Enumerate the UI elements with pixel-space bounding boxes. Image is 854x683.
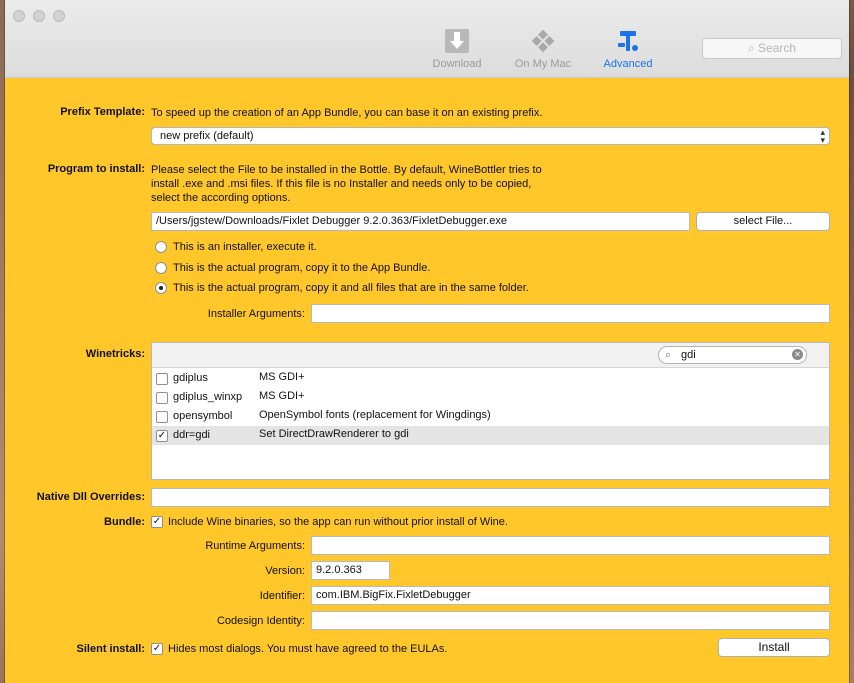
zoom-window-button[interactable]	[53, 10, 65, 22]
tools-icon	[618, 31, 638, 51]
winetricks-row[interactable]: ✓ ddr=gdi Set DirectDrawRenderer to gdi	[152, 426, 829, 445]
winetricks-search-value: gdi	[681, 349, 696, 361]
minimize-window-button[interactable]	[33, 10, 45, 22]
option-copy-program-radio[interactable]	[155, 262, 167, 274]
option-copy-folder-radio[interactable]	[155, 282, 167, 294]
winetricks-search-field[interactable]: ⌕ gdi ✕	[658, 346, 807, 364]
winetricks-checkbox-checked[interactable]: ✓	[156, 430, 168, 442]
prefix-template-value: new prefix (default)	[160, 130, 254, 142]
installer-arguments-label: Installer Arguments:	[207, 308, 305, 320]
include-wine-label: Include Wine binaries, so the app can ru…	[168, 516, 508, 528]
codesign-identity-label: Codesign Identity:	[216, 615, 305, 627]
prefix-template-label: Prefix Template:	[60, 106, 145, 118]
identifier-label: Identifier:	[259, 590, 305, 602]
search-icon: ⌕	[665, 349, 672, 361]
toolbar-advanced-label: Advanced	[603, 58, 653, 70]
toolbar-on-my-mac-label: On My Mac	[514, 58, 572, 70]
winetricks-checkbox[interactable]	[156, 411, 168, 423]
winetricks-description: MS GDI+	[259, 371, 305, 383]
option-installer-radio[interactable]	[155, 241, 167, 253]
silent-install-description: Hides most dialogs. You must have agreed…	[168, 643, 448, 655]
toolbar-download[interactable]: Download	[419, 28, 495, 70]
toolbar-on-my-mac[interactable]: On My Mac	[505, 28, 581, 70]
version-field[interactable]: 9.2.0.363	[311, 561, 390, 580]
winetricks-name: ddr=gdi	[173, 429, 211, 441]
runtime-arguments-field[interactable]	[311, 536, 830, 555]
silent-install-checkbox[interactable]: ✓	[151, 643, 163, 655]
winetricks-name: opensymbol	[173, 410, 233, 422]
toolbar-advanced[interactable]: Advanced	[590, 28, 666, 70]
winetricks-list: ⌕ gdi ✕ gdiplus MS GDI+ gdiplus_winxp MS…	[151, 342, 830, 480]
identifier-field[interactable]: com.IBM.BigFix.FixletDebugger	[311, 586, 830, 605]
winetricks-description: Set DirectDrawRenderer to gdi	[259, 428, 409, 440]
program-description-line3: select the according options.	[151, 192, 291, 204]
program-description-line2: install .exe and .msi files. If this fil…	[151, 178, 532, 190]
winetricks-name: gdiplus_winxp	[173, 391, 243, 403]
silent-install-label: Silent install:	[76, 643, 145, 655]
winetricks-checkbox[interactable]	[156, 373, 168, 385]
winebottler-window: Download On My Mac Advanced ⌕ Search Pre…	[5, 0, 849, 683]
option-copy-program-label: This is the actual program, copy it to t…	[173, 262, 431, 274]
program-path-field[interactable]: /Users/jgstew/Downloads/Fixlet Debugger …	[151, 212, 690, 231]
search-icon: ⌕	[747, 41, 755, 55]
option-copy-folder-label: This is the actual program, copy it and …	[173, 282, 529, 294]
clear-search-icon[interactable]: ✕	[792, 349, 803, 360]
option-installer-label: This is an installer, execute it.	[173, 241, 317, 253]
program-to-install-label: Program to install:	[47, 163, 145, 175]
winetricks-description: MS GDI+	[259, 390, 305, 402]
installer-arguments-field[interactable]	[311, 304, 830, 323]
codesign-identity-field[interactable]	[311, 611, 830, 630]
winetricks-row[interactable]: gdiplus_winxp MS GDI+	[152, 388, 829, 407]
select-arrows-icon: ▴ ▾	[820, 127, 825, 145]
bundle-label: Bundle:	[104, 516, 145, 528]
winetricks-checkbox[interactable]	[156, 392, 168, 404]
winetricks-header: ⌕ gdi ✕	[152, 343, 829, 368]
native-dll-overrides-label: Native Dll Overrides:	[36, 491, 145, 503]
prefix-template-description: To speed up the creation of an App Bundl…	[151, 107, 543, 119]
select-file-button[interactable]: select File...	[696, 212, 830, 231]
grid-diamond-icon	[531, 29, 555, 53]
search-field[interactable]: ⌕ Search	[702, 38, 842, 59]
version-label: Version:	[265, 565, 305, 577]
winetricks-row[interactable]: opensymbol OpenSymbol fonts (replacement…	[152, 407, 829, 426]
install-button[interactable]: Install	[718, 638, 830, 657]
include-wine-checkbox[interactable]: ✓	[151, 516, 163, 528]
toolbar-download-label: Download	[432, 58, 482, 70]
search-placeholder: Search	[758, 41, 797, 55]
prefix-template-select[interactable]: new prefix (default) ▴ ▾	[151, 127, 830, 145]
winetricks-label: Winetricks:	[85, 348, 145, 360]
toolbar: Download On My Mac Advanced ⌕ Search	[5, 0, 849, 78]
download-icon	[445, 29, 469, 53]
program-description-line1: Please select the File to be installed i…	[151, 164, 542, 176]
winetricks-row[interactable]: gdiplus MS GDI+	[152, 369, 829, 388]
close-window-button[interactable]	[13, 10, 25, 22]
winetricks-name: gdiplus	[173, 372, 208, 384]
runtime-arguments-label: Runtime Arguments:	[205, 540, 305, 552]
native-dll-overrides-field[interactable]	[151, 488, 830, 507]
winetricks-description: OpenSymbol fonts (replacement for Wingdi…	[259, 409, 491, 421]
